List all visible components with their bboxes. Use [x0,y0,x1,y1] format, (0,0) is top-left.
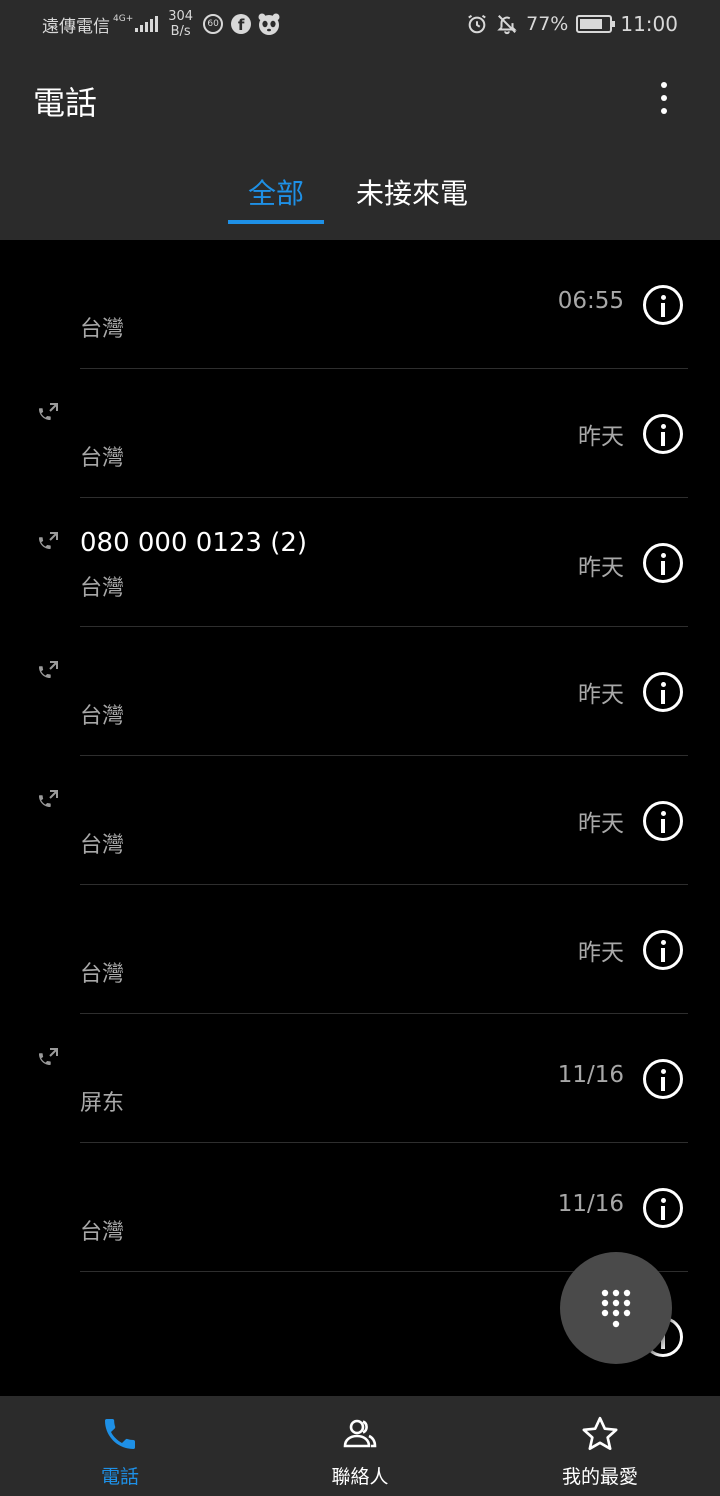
outgoing-call-icon [39,403,58,420]
nav-phone-label: 電話 [100,1466,139,1488]
call-time: 昨天 [578,940,624,966]
nav-contacts[interactable]: 聯絡人 [260,1396,460,1496]
status-bar: 遠傳電信 4G+ 304 B/s 60 f 77% 11:00 [0,0,720,50]
nav-phone[interactable]: 電話 [20,1396,220,1496]
call-log-row[interactable]: 台灣 昨天 [0,885,720,1014]
alarm-icon [468,14,486,34]
more-vertical-icon[interactable] [648,74,680,122]
call-location: 台灣 [80,704,125,729]
outgoing-call-icon [39,661,58,678]
outgoing-call-icon [39,532,58,549]
call-info-icon[interactable] [643,285,683,325]
network-speed-unit: B/s [170,24,191,39]
data-saver-icon: 60 [203,14,224,34]
nav-favorites-label: 我的最愛 [561,1466,638,1488]
call-info-icon[interactable] [643,801,683,841]
tab-all[interactable]: 全部 [228,172,324,224]
tab-missed-calls[interactable]: 未接來電 [356,172,468,222]
star-icon [582,1416,618,1450]
call-time: 昨天 [578,811,624,837]
call-location: 台灣 [80,446,125,471]
call-location: 台灣 [80,576,125,601]
outgoing-call-icon [39,790,58,807]
call-time: 11/16 [557,1062,624,1088]
call-info-icon[interactable] [643,1188,683,1228]
page-title: 電話 [33,84,98,122]
tab-active-indicator [228,220,324,224]
call-log-row[interactable]: 台灣 06:55 [0,240,720,369]
call-log-row[interactable]: 080 000 0123 (2) 台灣 昨天 [0,498,720,627]
call-time: 11/16 [557,1191,624,1217]
status-bar-right: 77% 11:00 [466,8,678,40]
battery-fill [580,19,603,29]
call-info-icon[interactable] [643,930,683,970]
nav-contacts-label: 聯絡人 [331,1466,389,1488]
carrier-name: 遠傳電信 [42,16,110,37]
battery-icon [576,15,616,33]
call-info-icon[interactable] [643,672,683,712]
app-header: 電話 全部 未接來電 [0,50,720,240]
nav-favorites[interactable]: 我的最愛 [500,1396,700,1496]
dialpad-button[interactable] [560,1252,672,1364]
call-time: 昨天 [578,682,624,708]
call-location: 屏东 [80,1091,125,1116]
phone-icon [105,1419,135,1449]
call-log-row[interactable]: 台灣 昨天 [0,627,720,756]
call-info-icon[interactable] [643,414,683,454]
call-time: 昨天 [578,424,624,450]
call-log-list[interactable]: 台灣 06:55 台灣 昨天 080 000 0123 (2) 台灣 昨天 台灣 昨天 台灣 昨天台… [0,240,720,1396]
bottom-navigation: 電話 聯絡人 我的最愛 [0,1396,720,1496]
battery-percent: 77% [526,13,569,35]
tab-missed-calls-label: 未接來電 [356,177,469,210]
status-bar-left: 遠傳電信 4G+ 304 B/s 60 f [42,8,281,40]
mute-icon [497,15,517,35]
call-number: 080 000 0123 (2) [80,528,308,558]
outgoing-call-icon [39,1048,58,1065]
call-location: 台灣 [80,1220,125,1245]
call-info-icon[interactable] [643,543,683,583]
dialpad-icon [601,1289,631,1328]
tab-all-label: 全部 [247,177,304,210]
call-log-row[interactable]: 台灣 昨天 [0,756,720,885]
facebook-icon: f [231,14,252,34]
call-location: 台灣 [80,833,125,858]
network-speed-value: 304 [168,9,194,24]
call-location: 台灣 [80,317,125,342]
network-speed: 304 B/s [168,9,193,39]
clock: 11:00 [620,12,678,36]
call-log-row[interactable]: 台灣 昨天 [0,369,720,498]
call-time: 06:55 [557,288,624,314]
signal-icon [135,16,159,32]
network-type: 4G+ [113,13,134,24]
call-log-row[interactable]: 屏东 11/16 [0,1014,720,1143]
call-info-icon[interactable] [643,1059,683,1099]
panda-icon [258,13,280,35]
call-location: 台灣 [80,962,125,987]
call-time: 昨天 [578,555,624,581]
contacts-icon [343,1419,377,1448]
